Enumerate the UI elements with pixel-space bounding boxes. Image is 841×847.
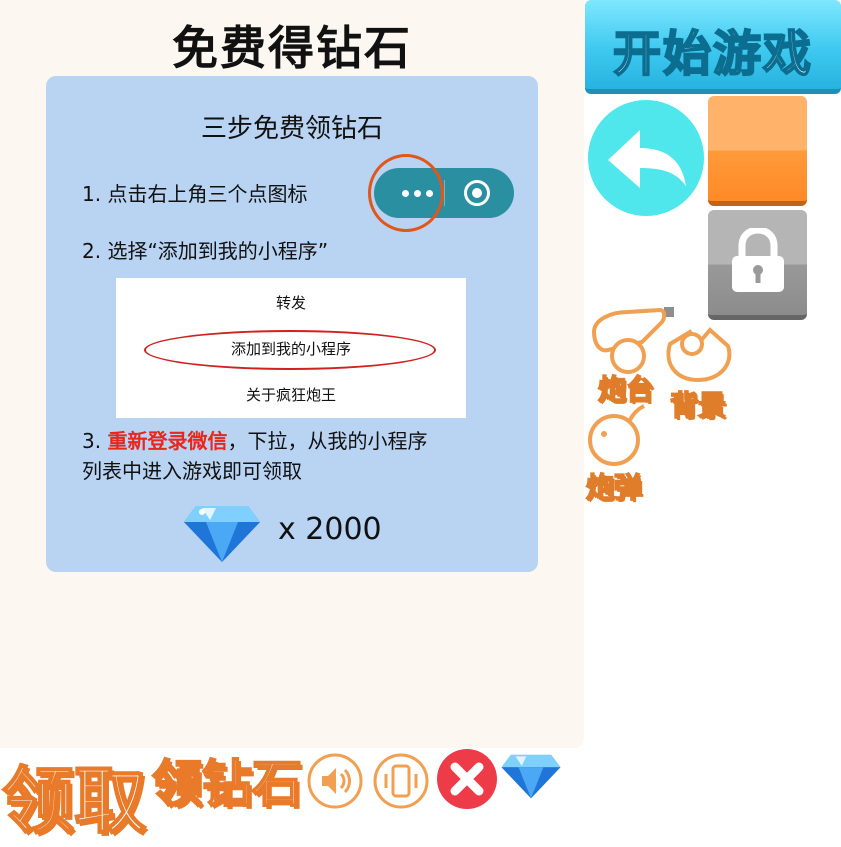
menu-item-forward: 转发 [275, 294, 306, 312]
back-arrow-icon[interactable] [586, 98, 706, 218]
lock-icon [732, 228, 784, 292]
close-icon[interactable] [436, 748, 498, 810]
step-3-line2: 列表中进入游戏即可领取 [82, 459, 302, 483]
menu-illustration: 转发 添加到我的小程序 关于疯狂炮王 [116, 278, 466, 418]
step-3-text: 3. 重新登录微信，下拉，从我的小程序 列表中进入游戏即可领取 [82, 426, 522, 486]
card-title: 三步免费领钻石 [200, 114, 383, 144]
menu-item-about: 关于疯狂炮王 [245, 386, 336, 404]
highlight-ellipse [144, 330, 436, 370]
free-diamond-panel: 免费得钻石 三步免费领钻石 1. 点击右上角三个点图标 2. 选择“添加到我的小… [0, 0, 584, 748]
capsule-divider [444, 180, 445, 206]
diamond-small-icon[interactable] [500, 750, 562, 800]
reward-amount: x 2000 [278, 512, 382, 547]
instructions-card: 三步免费领钻石 1. 点击右上角三个点图标 2. 选择“添加到我的小程序” 转发… [46, 76, 538, 572]
locked-tile[interactable] [708, 210, 807, 320]
vibration-icon[interactable] [372, 752, 430, 810]
highlight-circle [368, 154, 444, 232]
cannonball-icon[interactable] [586, 402, 648, 468]
sound-icon[interactable] [306, 752, 364, 810]
step-3-line1: ，下拉，从我的小程序 [227, 429, 428, 453]
close-target-icon [464, 180, 490, 206]
panel-title: 免费得钻石 [172, 21, 412, 75]
diamond-icon [184, 506, 260, 562]
category-cannonball[interactable]: 炮弹 [585, 466, 643, 506]
step-2-text: 2. 选择“添加到我的小程序” [82, 239, 329, 263]
claim-button[interactable]: 领取 [1, 742, 147, 847]
orange-tile-button[interactable] [708, 96, 807, 206]
step-1-text: 1. 点击右上角三个点图标 [82, 182, 308, 206]
start-game-label: 开始游戏 [612, 25, 813, 83]
get-diamonds-button[interactable]: 领钻石 [151, 744, 303, 816]
category-background[interactable]: 背景 [669, 384, 727, 424]
step-3-highlight: 重新登录微信 [107, 429, 228, 453]
background-icon[interactable] [662, 318, 734, 390]
step-3-prefix: 3. [82, 429, 108, 453]
start-game-button[interactable]: 开始游戏 [585, 0, 841, 94]
